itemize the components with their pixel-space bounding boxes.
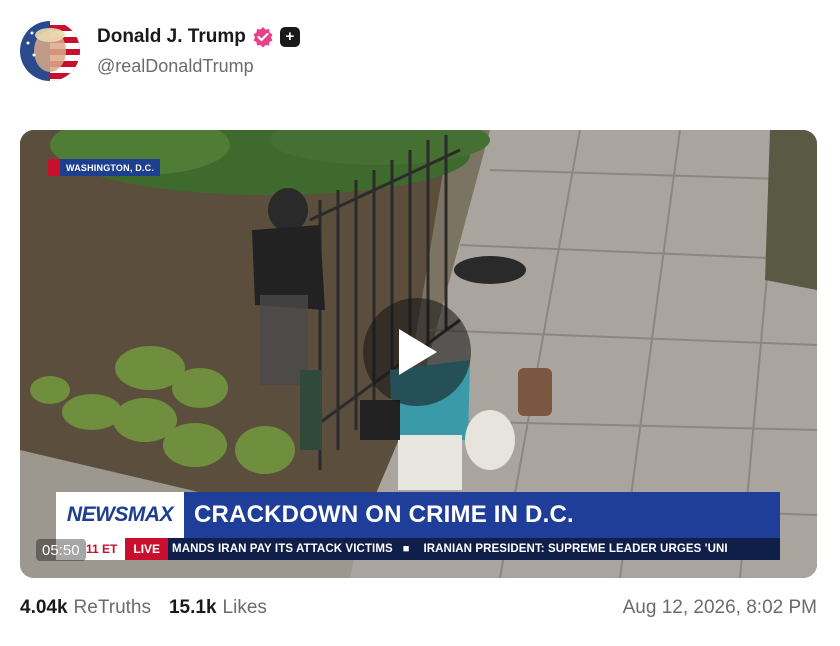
video-player[interactable]: WASHINGTON, D.C. NEWSMAX CRACKDOWN ON CR… <box>20 130 817 578</box>
display-name[interactable]: Donald J. Trump <box>97 26 246 48</box>
network-logo: NEWSMAX <box>56 492 184 538</box>
author-info: Donald J. Trump + @realDonaldTrump <box>97 26 300 77</box>
news-ticker: 11 ET LIVE MANDS IRAN PAY ITS ATTACK VIC… <box>56 538 780 560</box>
network-logo-text: NEWSMAX <box>66 503 174 526</box>
play-icon <box>399 329 437 375</box>
headline-bar: CRACKDOWN ON CRIME IN D.C. <box>184 492 780 538</box>
avatar[interactable] <box>20 21 80 81</box>
retruths-stat[interactable]: 4.04k ReTruths <box>20 597 151 619</box>
retruths-label: ReTruths <box>73 597 151 618</box>
ticker-separator: ■ <box>402 543 410 555</box>
name-row: Donald J. Trump + <box>97 26 300 48</box>
ticker-item: IRANIAN PRESIDENT: SUPREME LEADER URGES … <box>423 543 728 555</box>
user-handle[interactable]: @realDonaldTrump <box>97 56 300 77</box>
likes-count: 15.1k <box>168 597 217 618</box>
likes-stat[interactable]: 15.1k Likes <box>169 597 267 619</box>
post-timestamp[interactable]: Aug 12, 2026, 8:02 PM <box>623 597 817 619</box>
ticker-item: MANDS IRAN PAY ITS ATTACK VICTIMS <box>172 543 393 555</box>
news-lower-third: NEWSMAX CRACKDOWN ON CRIME IN D.C. 11 ET… <box>56 490 780 562</box>
play-button[interactable] <box>363 298 471 406</box>
verified-badge-icon <box>252 26 274 48</box>
plus-badge-icon: + <box>279 26 300 47</box>
post-header: Donald J. Trump + @realDonaldTrump <box>20 20 300 82</box>
location-tag: WASHINGTON, D.C. <box>48 159 161 176</box>
likes-label: Likes <box>222 597 267 618</box>
post-footer: 4.04k ReTruths 15.1k Likes Aug 12, 2026,… <box>20 594 817 622</box>
video-duration: 05:50 <box>36 539 86 561</box>
retruths-count: 4.04k <box>20 597 68 618</box>
headline-text: CRACKDOWN ON CRIME IN D.C. <box>194 501 574 528</box>
ticker-live-badge: LIVE <box>125 538 169 560</box>
